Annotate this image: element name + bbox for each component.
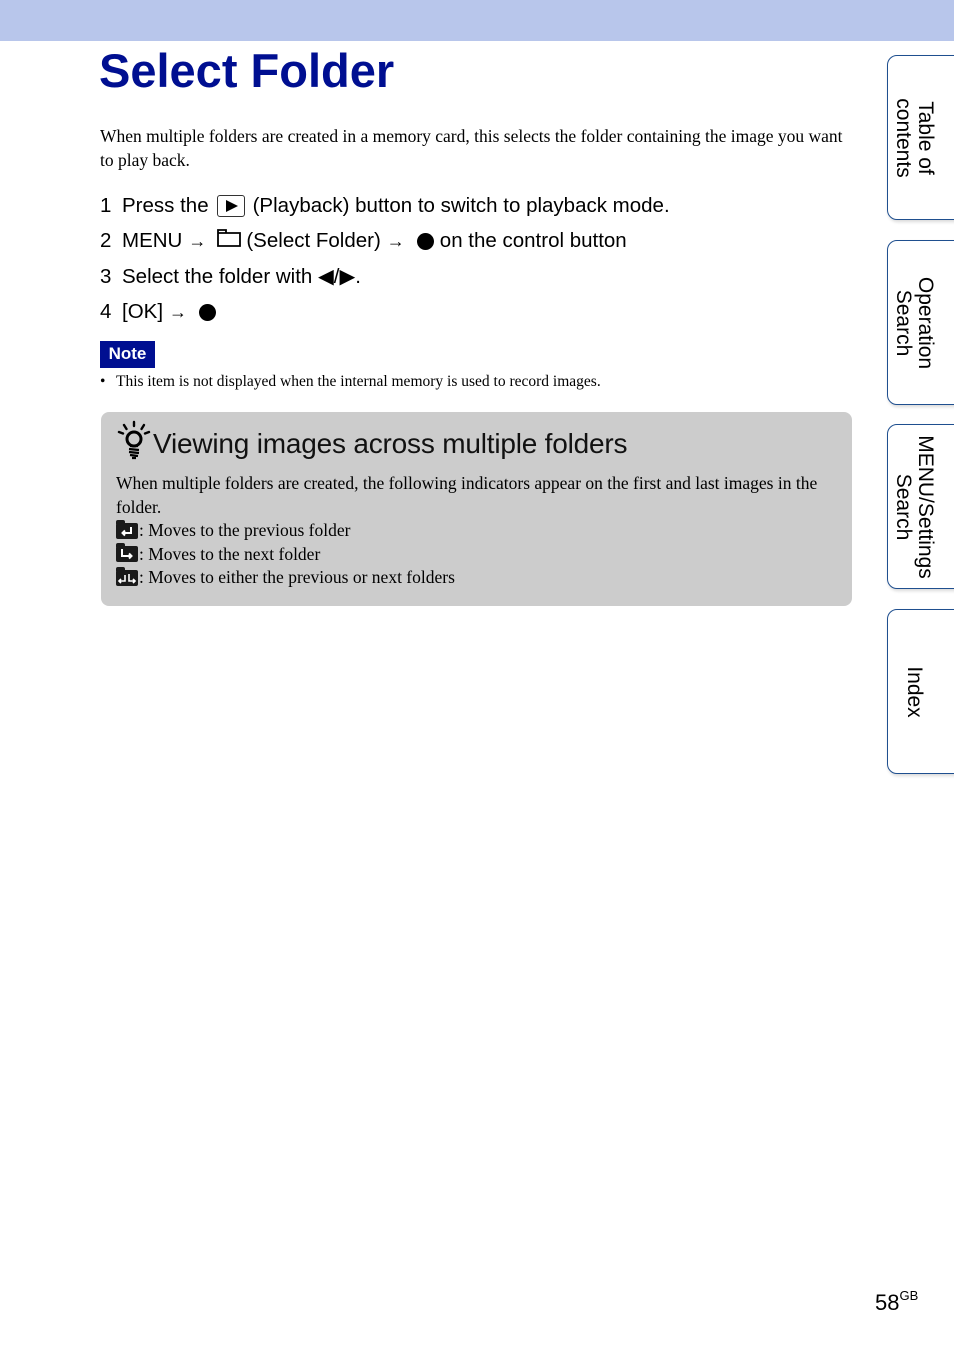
- step-4: 4 [OK] →: [100, 295, 670, 331]
- note-text: This item is not displayed when the inte…: [116, 373, 601, 390]
- step-text: [OK]: [122, 300, 164, 324]
- step-text: MENU: [122, 229, 183, 253]
- tab-table-of-contents[interactable]: Table of contents: [887, 55, 954, 220]
- step-text: Select the folder with ◀/▶.: [122, 264, 361, 288]
- lightbulb-icon: [117, 420, 153, 467]
- header-band: [0, 0, 954, 41]
- indicator-text: : Moves to either the previous or next f…: [139, 567, 455, 587]
- step-1: 1 Press the (Playback) button to switch …: [100, 188, 670, 224]
- center-button-icon: [416, 232, 434, 250]
- intro-paragraph: When multiple folders are created in a m…: [100, 126, 843, 170]
- hint-title-text: Viewing images across multiple folders: [153, 427, 628, 459]
- either-folder-icon: [116, 566, 138, 586]
- step-text: Press the: [122, 193, 209, 217]
- tab-label: Index: [903, 665, 926, 718]
- arrow-icon: →: [386, 231, 405, 252]
- step-number: 4: [100, 300, 112, 324]
- next-folder-icon: [116, 543, 138, 563]
- center-button-icon: [199, 303, 217, 321]
- previous-folder-icon: [116, 519, 138, 539]
- indicator-next: : Moves to the next folder: [116, 543, 836, 567]
- folder-icon: [216, 226, 242, 257]
- note-item: • This item is not displayed when the int…: [100, 372, 601, 392]
- tab-label: Operation Search: [892, 276, 937, 369]
- hint-title: Viewing images across multiple folders: [117, 420, 628, 467]
- tab-index[interactable]: Index: [887, 609, 954, 774]
- step-2: 2 MENU → (Select Folder) → on the contro…: [100, 224, 670, 260]
- bullet: •: [100, 373, 106, 390]
- hint-box: Viewing images across multiple folders W…: [101, 412, 852, 606]
- arrow-icon: →: [169, 302, 188, 323]
- tab-label: MENU/Settings Search: [892, 434, 937, 579]
- step-number: 2: [100, 229, 112, 253]
- tab-operation-search[interactable]: Operation Search: [887, 240, 954, 405]
- indicator-text: : Moves to the previous folder: [139, 520, 351, 540]
- step-3: 3 Select the folder with ◀/▶.: [100, 259, 670, 295]
- steps-list: 1 Press the (Playback) button to switch …: [100, 188, 670, 330]
- indicator-either: : Moves to either the previous or next f…: [116, 566, 836, 590]
- hint-paragraph: When multiple folders are created, the f…: [116, 473, 818, 517]
- arrow-icon: →: [188, 231, 207, 252]
- step-text: on the control button: [439, 229, 627, 253]
- step-number: 1: [100, 193, 112, 217]
- page-title: Select Folder: [99, 44, 395, 97]
- playback-icon: [216, 194, 245, 217]
- step-text: (Select Folder): [246, 229, 381, 253]
- tab-label: Table of contents: [892, 97, 937, 178]
- indicator-previous: : Moves to the previous folder: [116, 519, 836, 543]
- step-text: (Playback) button to switch to playback …: [252, 193, 670, 217]
- note-badge: Note: [100, 341, 155, 368]
- hint-body: When multiple folders are created, the f…: [116, 472, 836, 590]
- indicator-text: : Moves to the next folder: [139, 543, 321, 564]
- tab-menu-settings-search[interactable]: MENU/Settings Search: [887, 424, 954, 589]
- page-number: 58GB: [875, 1288, 919, 1315]
- step-number: 3: [100, 264, 112, 288]
